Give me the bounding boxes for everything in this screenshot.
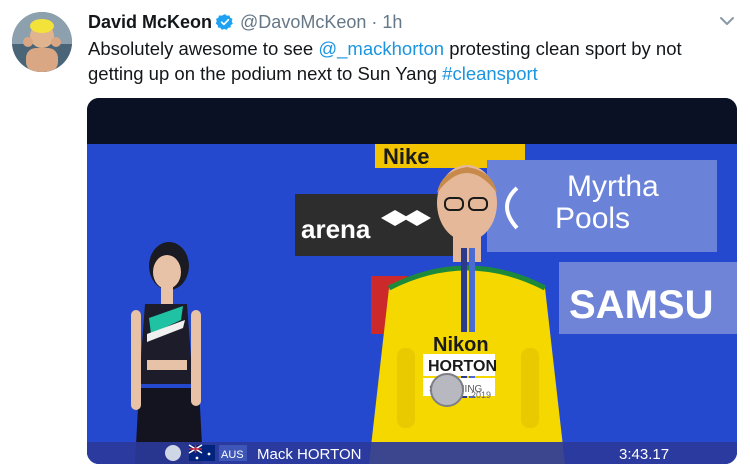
banner-samsung: SAMSU (559, 262, 737, 334)
lower-third-country: AUS (221, 449, 244, 461)
tweet-text-part: Absolutely awesome to see (88, 38, 319, 59)
tweet-text: Absolutely awesome to see @_mackhorton p… (88, 36, 728, 86)
author-name[interactable]: David McKeon (88, 12, 212, 33)
banner-arena: arena (295, 194, 455, 256)
tweet-card: David McKeon @DavoMcKeon · 1h Absolutely… (0, 0, 750, 472)
bib-brand: Nikon (433, 334, 489, 356)
medal-ribbon-year: 2019 (471, 390, 491, 400)
lane-icon (165, 445, 181, 461)
verified-badge-icon (215, 13, 234, 31)
chevron-down-icon[interactable] (718, 12, 736, 30)
author-avatar[interactable] (12, 12, 72, 72)
author-handle[interactable]: @DavoMcKeon (240, 12, 366, 33)
lower-third-time: 3:43.17 (619, 446, 669, 463)
avatar-image (12, 12, 72, 72)
tweet-header: David McKeon @DavoMcKeon · 1h (88, 10, 402, 34)
mention-link[interactable]: @_mackhorton (318, 38, 444, 59)
australia-flag-icon (188, 444, 215, 461)
banner-myrtha: Myrtha Pools (487, 160, 717, 252)
media-image: Nike arena Myrtha Pools SAMSU Nikon HORT… (87, 98, 737, 464)
lower-third: AUS Mack HORTON 3:43.17 (87, 442, 737, 464)
header-separator: · (371, 11, 378, 32)
hashtag-link[interactable]: #cleansport (442, 63, 538, 84)
bib-name: HORTON (428, 358, 497, 375)
banner-myrtha-line2: Pools (555, 202, 630, 235)
banner-nike-text: Nike (383, 144, 429, 169)
tweet-timestamp[interactable]: 1h (382, 12, 402, 33)
banner-arena-text: arena (301, 214, 371, 244)
banner-myrtha-line1: Myrtha (567, 170, 659, 203)
silver-medal (430, 373, 464, 407)
banner-samsung-text: SAMSU (569, 283, 713, 327)
tweet-media[interactable]: Nike arena Myrtha Pools SAMSU Nikon HORT… (87, 98, 737, 464)
lower-third-name: Mack HORTON (257, 446, 361, 463)
